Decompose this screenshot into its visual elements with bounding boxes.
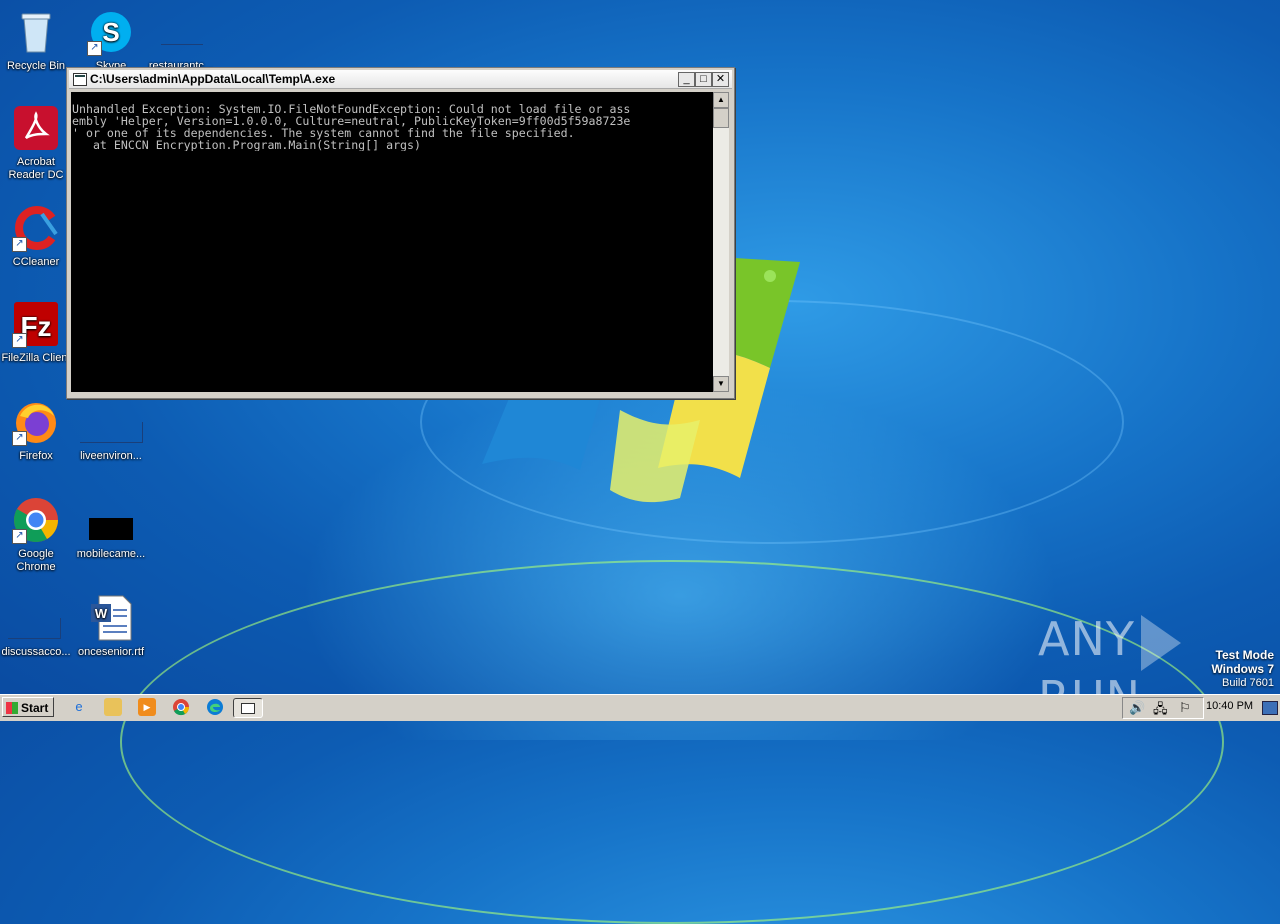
filezilla-icon: Fz ↗ xyxy=(12,300,60,348)
svg-text:W: W xyxy=(95,606,108,621)
desktop-icon-skype[interactable]: S ↗ Skype xyxy=(73,8,149,73)
desktop-icon-oncesenior[interactable]: W oncesenior.rtf xyxy=(73,594,149,659)
desktop-icon-firefox[interactable]: ↗ Firefox xyxy=(0,398,74,463)
system-tray: 🔊 🖧 ⚐ xyxy=(1122,697,1204,719)
test-mode-line3: Build 7601 xyxy=(1222,677,1274,689)
desktop-icon-restaurantc[interactable]: restaurantc... xyxy=(143,8,219,73)
desktop-icon-label: discussacco... xyxy=(1,646,71,658)
word-document-icon: W xyxy=(87,594,135,642)
start-label: Start xyxy=(21,701,49,715)
console-title: C:\Users\admin\AppData\Local\Temp\A.exe xyxy=(90,72,336,86)
skype-icon: S ↗ xyxy=(87,8,135,56)
console-window-icon[interactable] xyxy=(233,698,263,718)
desktop-icon-label: Recycle Bin xyxy=(6,60,66,72)
image-file-icon xyxy=(87,496,135,544)
desktop-icon-ccleaner[interactable]: ↗ CCleaner xyxy=(0,204,74,269)
maximize-button[interactable]: □ xyxy=(695,72,712,87)
desktop-icon-recycle-bin[interactable]: Recycle Bin xyxy=(0,8,74,73)
desktop-icon-filezilla[interactable]: Fz ↗ FileZilla Client xyxy=(0,300,74,365)
ie-icon[interactable]: e xyxy=(70,698,88,716)
taskbar: Start e ▶ 🔊 🖧 ⚐ 10:40 PM xyxy=(0,694,1280,721)
play-icon xyxy=(1140,614,1181,671)
desktop-icon-acrobat[interactable]: Acrobat Reader DC xyxy=(0,104,74,182)
shortcut-arrow-icon: ↗ xyxy=(12,333,27,348)
blank-file-icon xyxy=(80,398,143,446)
desktop-icon-label: liveenviron... xyxy=(80,450,142,462)
start-button[interactable]: Start xyxy=(2,697,54,717)
scroll-down-button[interactable]: ▼ xyxy=(713,376,729,392)
desktop-icon-label: CCleaner xyxy=(12,256,60,268)
shortcut-arrow-icon: ↗ xyxy=(87,41,102,56)
volume-icon[interactable]: 🔊 xyxy=(1129,700,1145,716)
shortcut-arrow-icon: ↗ xyxy=(12,529,27,544)
show-desktop-icon[interactable] xyxy=(1262,701,1278,715)
chrome-icon: ↗ xyxy=(12,496,60,544)
recycle-bin-icon xyxy=(12,8,60,56)
windows-flag-icon xyxy=(6,702,18,714)
firefox-icon: ↗ xyxy=(12,398,60,446)
desktop-icon-mobilecame[interactable]: mobilecame... xyxy=(73,496,149,561)
test-mode-line2: Windows 7 xyxy=(1211,662,1274,676)
blank-file-icon xyxy=(157,8,205,56)
desktop-icon-label: Firefox xyxy=(19,450,53,462)
desktop-icon-chrome[interactable]: ↗ Google Chrome xyxy=(0,496,74,574)
minimize-button[interactable]: _ xyxy=(678,72,695,87)
desktop-icon-liveenviron[interactable]: liveenviron... xyxy=(73,398,149,463)
shortcut-arrow-icon: ↗ xyxy=(12,431,27,446)
explorer-icon[interactable] xyxy=(104,698,122,716)
desktop-icon-discussacco[interactable]: discussacco... xyxy=(0,594,74,659)
edge-icon[interactable] xyxy=(206,698,224,716)
test-mode-notice: Test Mode Windows 7 Build 7601 xyxy=(1211,648,1274,690)
console-output-text: Unhandled Exception: System.IO.FileNotFo… xyxy=(72,102,631,151)
svg-text:S: S xyxy=(102,17,119,47)
desktop-icon-label-line2: Reader DC xyxy=(8,169,64,181)
blank-file-icon xyxy=(8,594,61,642)
desktop-icon-label: oncesenior.rtf xyxy=(77,646,145,658)
console-app-icon xyxy=(73,73,87,86)
desktop-icon-label-line2: Chrome xyxy=(16,561,56,573)
desktop-icon-label: FileZilla Client xyxy=(1,352,71,364)
shortcut-arrow-icon: ↗ xyxy=(12,237,27,252)
action-center-flag-icon[interactable]: ⚐ xyxy=(1179,700,1191,716)
chrome-taskbar-icon[interactable] xyxy=(172,698,190,716)
desktop-icon-label: mobilecame... xyxy=(76,548,146,560)
clock[interactable]: 10:40 PM xyxy=(1206,700,1253,712)
console-output-area[interactable]: Unhandled Exception: System.IO.FileNotFo… xyxy=(71,92,713,392)
media-player-icon[interactable]: ▶ xyxy=(138,698,156,716)
watermark-left: ANY xyxy=(1038,612,1135,666)
console-titlebar[interactable]: C:\Users\admin\AppData\Local\Temp\A.exe … xyxy=(69,70,732,89)
network-icon[interactable]: 🖧 xyxy=(1153,700,1168,722)
console-window[interactable]: C:\Users\admin\AppData\Local\Temp\A.exe … xyxy=(66,67,735,399)
desktop-icon-label-line1: Acrobat xyxy=(17,156,55,168)
test-mode-line1: Test Mode xyxy=(1215,648,1274,662)
scroll-up-button[interactable]: ▲ xyxy=(713,92,729,108)
close-button[interactable]: ✕ xyxy=(712,72,729,87)
vertical-scrollbar[interactable]: ▲ ▼ xyxy=(713,92,729,392)
desktop-icon-label-line1: Google xyxy=(18,548,54,560)
scroll-thumb[interactable] xyxy=(713,108,729,128)
acrobat-icon xyxy=(12,104,60,152)
ccleaner-icon: ↗ xyxy=(12,204,60,252)
